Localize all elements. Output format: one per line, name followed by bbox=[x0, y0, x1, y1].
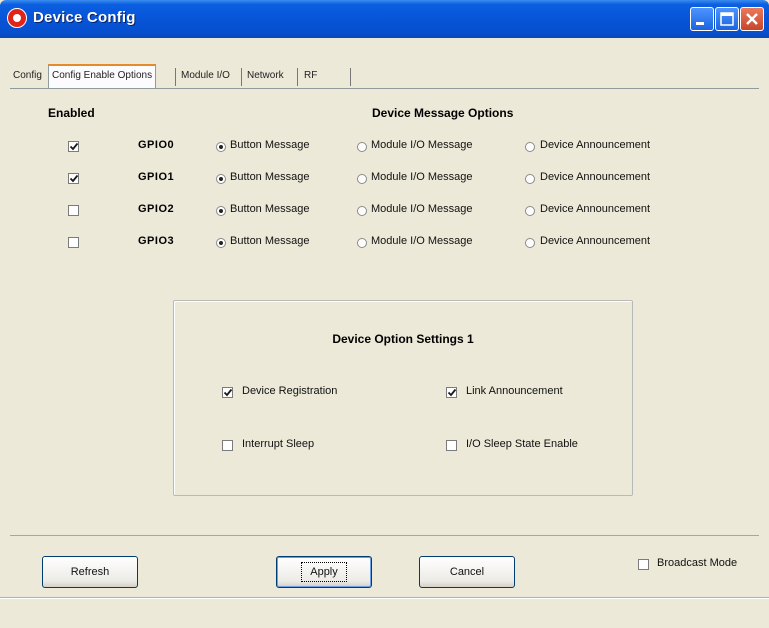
io-sleep-state-enable-label: I/O Sleep State Enable bbox=[466, 438, 578, 450]
device-message-options-header: Device Message Options bbox=[372, 106, 514, 120]
message-option-radio[interactable] bbox=[357, 206, 367, 216]
message-option-label: Device Announcement bbox=[540, 171, 651, 183]
broadcast-mode-checkbox[interactable] bbox=[638, 559, 649, 570]
divider bbox=[10, 535, 759, 536]
tab-separator bbox=[350, 68, 351, 86]
checkmark-icon bbox=[447, 388, 457, 397]
window-title: Device Config bbox=[33, 9, 136, 26]
title-bar[interactable]: Device Config bbox=[0, 0, 769, 38]
checkmark-icon bbox=[223, 388, 233, 397]
group-title: Device Option Settings 1 bbox=[332, 332, 474, 346]
message-option-radio[interactable] bbox=[216, 238, 226, 248]
close-icon bbox=[746, 13, 758, 25]
message-option-label: Device Announcement bbox=[540, 203, 651, 215]
message-option-label: Button Message bbox=[230, 139, 310, 151]
message-option-radio[interactable] bbox=[525, 238, 535, 248]
tab-separator bbox=[297, 68, 298, 86]
message-option-radio[interactable] bbox=[216, 206, 226, 216]
device-registration-checkbox[interactable] bbox=[222, 387, 233, 398]
device-config-window: Device Config Config Config Enable Optio… bbox=[0, 0, 769, 628]
message-option-radio[interactable] bbox=[525, 174, 535, 184]
message-option-label: Module I/O Message bbox=[371, 171, 473, 183]
minimize-icon bbox=[696, 22, 704, 25]
message-option-label: Device Announcement bbox=[540, 235, 651, 247]
message-option-label: Button Message bbox=[230, 203, 310, 215]
device-option-settings-group: Device Option Settings 1 bbox=[173, 300, 633, 496]
gpio-name: GPIO3 bbox=[138, 235, 175, 247]
gpio-name: GPIO1 bbox=[138, 171, 175, 183]
apply-button-label: Apply bbox=[301, 562, 347, 582]
maximize-icon bbox=[720, 12, 734, 26]
status-bar bbox=[0, 597, 769, 628]
cancel-button[interactable]: Cancel bbox=[419, 556, 515, 588]
minimize-button[interactable] bbox=[690, 7, 714, 31]
tab-module-io[interactable]: Module I/O bbox=[178, 66, 233, 86]
tab-separator bbox=[175, 68, 176, 86]
gpio-enabled-checkbox[interactable] bbox=[68, 141, 79, 152]
io-sleep-state-enable-checkbox[interactable] bbox=[446, 440, 457, 451]
gpio-name: GPIO0 bbox=[138, 139, 175, 151]
message-option-label: Module I/O Message bbox=[371, 203, 473, 215]
broadcast-mode-label: Broadcast Mode bbox=[657, 557, 738, 569]
tab-separator bbox=[241, 68, 242, 86]
interrupt-sleep-label: Interrupt Sleep bbox=[242, 438, 315, 450]
checkmark-icon bbox=[69, 142, 79, 151]
maximize-button[interactable] bbox=[715, 7, 739, 31]
tab-rf[interactable]: RF bbox=[301, 66, 320, 86]
link-announcement-label: Link Announcement bbox=[466, 385, 563, 397]
gpio-enabled-checkbox[interactable] bbox=[68, 205, 79, 216]
close-button[interactable] bbox=[740, 7, 764, 31]
message-option-label: Device Announcement bbox=[540, 139, 651, 151]
enabled-header: Enabled bbox=[48, 106, 95, 120]
message-option-radio[interactable] bbox=[216, 142, 226, 152]
interrupt-sleep-checkbox[interactable] bbox=[222, 440, 233, 451]
tab-network[interactable]: Network bbox=[244, 66, 287, 86]
message-option-label: Button Message bbox=[230, 171, 310, 183]
message-option-label: Module I/O Message bbox=[371, 139, 473, 151]
message-option-radio[interactable] bbox=[357, 238, 367, 248]
message-option-radio[interactable] bbox=[525, 142, 535, 152]
message-option-radio[interactable] bbox=[357, 142, 367, 152]
gpio-enabled-checkbox[interactable] bbox=[68, 237, 79, 248]
message-option-radio[interactable] bbox=[525, 206, 535, 216]
refresh-button[interactable]: Refresh bbox=[42, 556, 138, 588]
device-registration-label: Device Registration bbox=[242, 385, 338, 397]
apply-button[interactable]: Apply bbox=[276, 556, 372, 588]
gpio-enabled-checkbox[interactable] bbox=[68, 173, 79, 184]
message-option-radio[interactable] bbox=[357, 174, 367, 184]
tab-config-enable-options[interactable]: Config Enable Options bbox=[48, 64, 157, 88]
tab-strip: Config Config Enable Options Module I/O … bbox=[10, 64, 430, 88]
message-option-radio[interactable] bbox=[216, 174, 226, 184]
message-option-label: Module I/O Message bbox=[371, 235, 473, 247]
checkmark-icon bbox=[69, 174, 79, 183]
link-announcement-checkbox[interactable] bbox=[446, 387, 457, 398]
tab-config[interactable]: Config bbox=[10, 66, 45, 86]
message-option-label: Button Message bbox=[230, 235, 310, 247]
gpio-name: GPIO2 bbox=[138, 203, 175, 215]
app-logo-icon bbox=[7, 8, 27, 28]
